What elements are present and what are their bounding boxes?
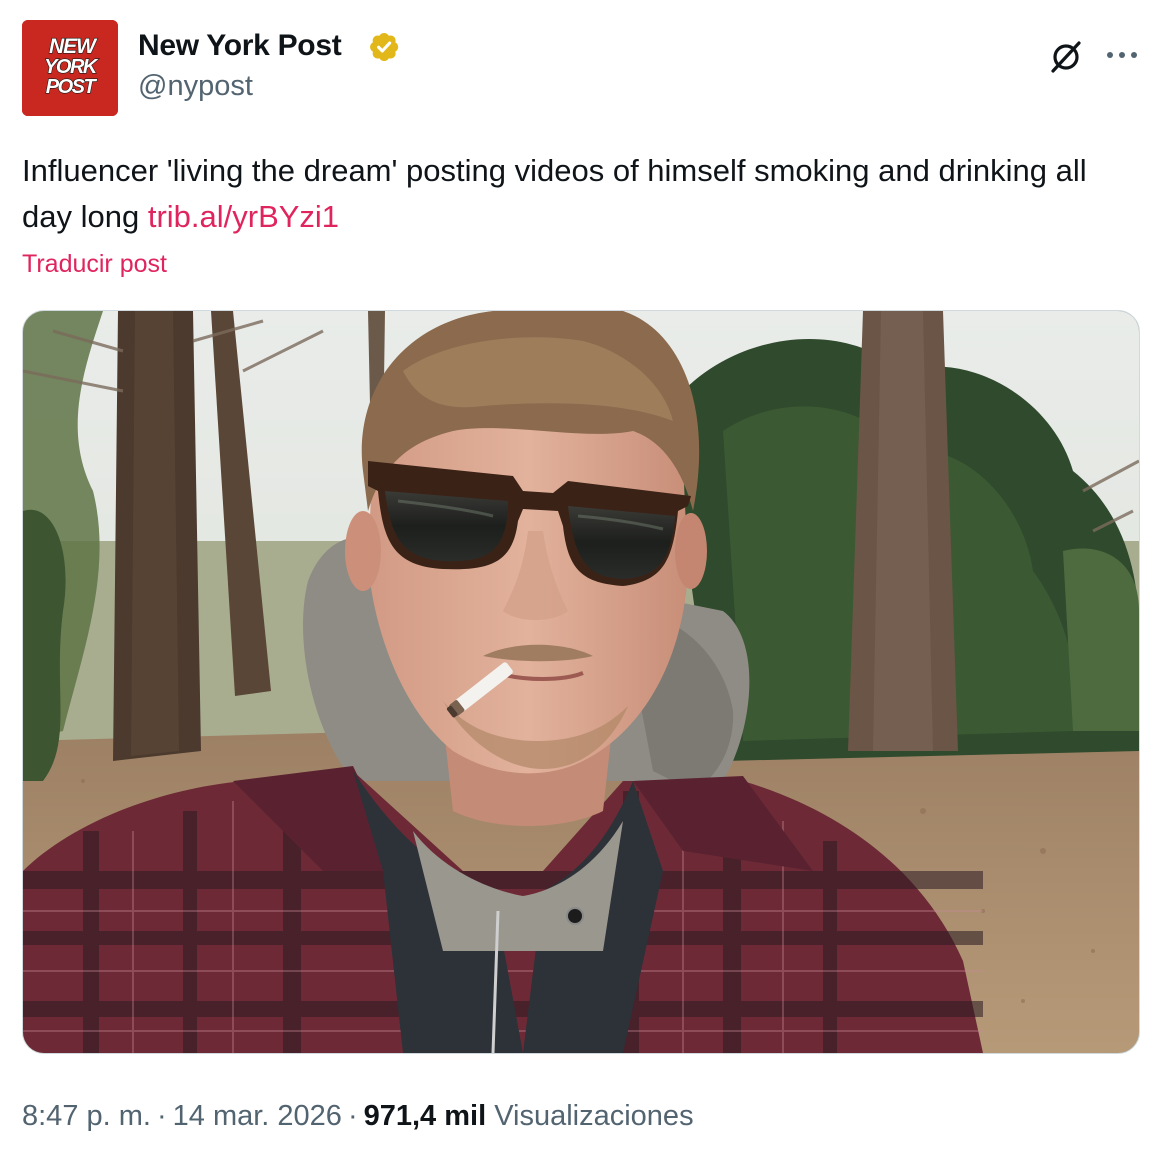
post-media-image[interactable] [22,310,1140,1054]
author-handle[interactable]: @nypost [138,68,253,104]
nypost-logo: NEW YORK POST [22,20,118,116]
post-date[interactable]: 14 mar. 2026 [173,1100,342,1132]
post-link[interactable]: trib.al/yrBYzi1 [148,199,339,234]
svg-text:NEW: NEW [49,35,98,58]
avatar[interactable]: NEW YORK POST [22,20,118,116]
more-options-button[interactable] [1100,38,1144,72]
post-time[interactable]: 8:47 p. m. [22,1100,151,1132]
post-meta: 8:47 p. m. · 14 mar. 2026 · 971,4 mil Visual… [22,1096,694,1136]
grok-icon [1051,41,1081,73]
grok-button[interactable] [1044,34,1088,78]
translate-post-link[interactable]: Traducir post [22,248,167,280]
svg-text:POST: POST [46,76,98,98]
post-header: NEW YORK POST New York Post @nypost [22,20,1140,120]
meta-separator: · [156,1100,167,1132]
svg-text:YORK: YORK [44,56,99,78]
verified-badge-icon [370,32,399,62]
author-name[interactable]: New York Post [138,28,342,64]
views-label: Visualizaciones [494,1100,694,1132]
post-text: Influencer 'living the dream' posting vi… [22,148,1132,240]
photo-illustration [23,311,1139,1053]
more-icon [1107,52,1137,58]
views-count[interactable]: 971,4 mil [364,1100,487,1132]
meta-separator: · [347,1100,358,1132]
